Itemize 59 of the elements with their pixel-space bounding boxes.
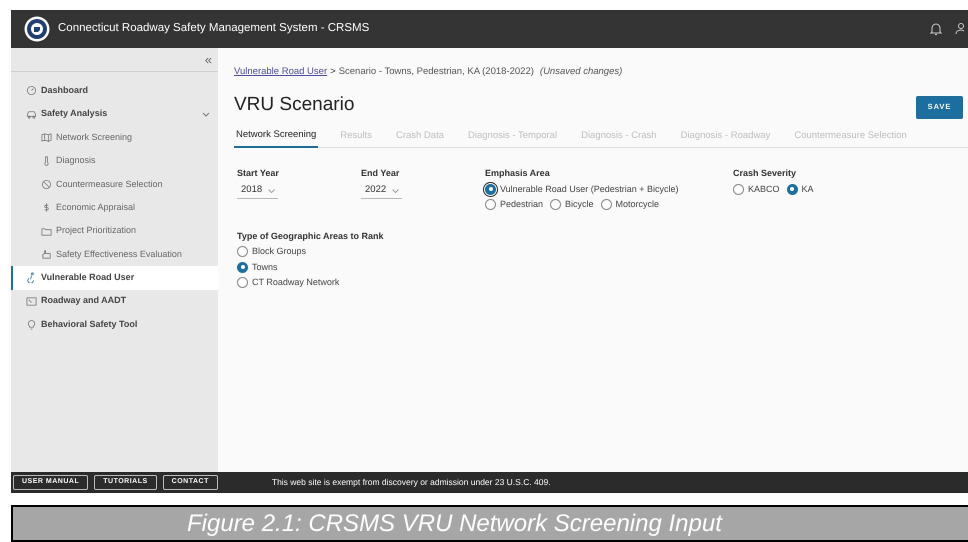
page-title: VRU Scenario xyxy=(234,93,354,118)
radio-label: Pedestrian xyxy=(500,198,544,211)
prohibited-icon xyxy=(41,178,52,190)
nav-item[interactable]: Behavioral Safety Tool xyxy=(11,312,218,336)
nav-item[interactable]: Safety Effectiveness Evaluation xyxy=(11,242,218,266)
seal-logo xyxy=(24,16,50,42)
radio-button[interactable] xyxy=(786,184,798,195)
radio-label: Vulnerable Road User (Pedestrian + Bicycle) xyxy=(500,182,679,196)
nav-item[interactable]: Project Prioritization xyxy=(11,219,218,243)
radio-button[interactable] xyxy=(600,199,612,210)
field-label: Crash Severity xyxy=(733,167,798,180)
radio-label: CT Roadway Network xyxy=(252,276,340,289)
gauge-icon xyxy=(26,85,37,96)
radio-label: KABCO xyxy=(748,182,780,196)
radio-button[interactable] xyxy=(237,277,248,288)
year-select[interactable]: 2018 xyxy=(237,184,278,198)
user-icon[interactable] xyxy=(955,22,964,36)
chevron-icon xyxy=(202,112,210,117)
field-label: Start Year xyxy=(237,167,280,180)
radio-button[interactable] xyxy=(237,246,248,258)
nav-item[interactable]: Economic Appraisal xyxy=(11,196,218,220)
radio-label: Bicycle xyxy=(565,198,594,211)
radio-button[interactable] xyxy=(485,199,496,210)
breadcrumb-current: Scenario - Towns, Pedestrian, KA (2018-2022) xyxy=(338,65,534,79)
map-icon xyxy=(41,132,52,143)
nav-item[interactable]: Roadway and AADT xyxy=(11,290,218,313)
lightbulb-icon xyxy=(26,319,37,330)
radio-button[interactable] xyxy=(237,262,248,273)
footer-notice: This web site is exempt from discovery or admission under 23 U.S.C. 409. xyxy=(272,476,551,489)
figure-caption: Figure 2.1: CRSMS VRU Network Screening Input xyxy=(187,508,722,538)
breadcrumb-link[interactable]: Vulnerable Road User xyxy=(234,65,328,80)
car-icon xyxy=(26,108,37,120)
nav-item[interactable]: Safety Analysis xyxy=(11,102,218,126)
breadcrumb-separator: > xyxy=(330,65,336,79)
folder-icon xyxy=(41,226,52,237)
collapse-button[interactable]: « xyxy=(204,53,212,66)
nav-item[interactable]: Network Screening xyxy=(11,126,218,150)
unsaved-note: (Unsaved changes) xyxy=(540,65,622,79)
radio-button[interactable] xyxy=(733,184,744,195)
chevron-icon xyxy=(268,188,276,192)
field-label: Type of Geographic Areas to Rank xyxy=(237,230,385,243)
selected-nav-item[interactable]: Vulnerable Road User xyxy=(11,266,218,290)
radio-label: Block Groups xyxy=(252,245,306,258)
radio-button[interactable] xyxy=(485,184,496,195)
radio-label: Motorcycle xyxy=(616,198,660,211)
radio-label: Towns xyxy=(252,260,278,274)
nav-item[interactable]: Countermeasure Selection xyxy=(11,172,218,196)
field-label: Emphasis Area xyxy=(485,167,551,180)
radio-button[interactable] xyxy=(550,199,562,210)
bell-icon[interactable] xyxy=(929,22,943,36)
field-label: End Year xyxy=(361,167,400,180)
app-title: Connecticut Roadway Safety Management System - CRSMS xyxy=(58,21,370,36)
radio-label: KA xyxy=(802,182,814,196)
tab[interactable]: Network Screening xyxy=(234,128,318,148)
year-select[interactable]: 2022 xyxy=(361,184,402,198)
chevron-icon xyxy=(392,188,400,192)
nav-item[interactable]: Dashboard xyxy=(11,79,218,102)
chart-icon xyxy=(26,296,37,307)
nav-item[interactable]: Diagnosis xyxy=(11,149,218,173)
